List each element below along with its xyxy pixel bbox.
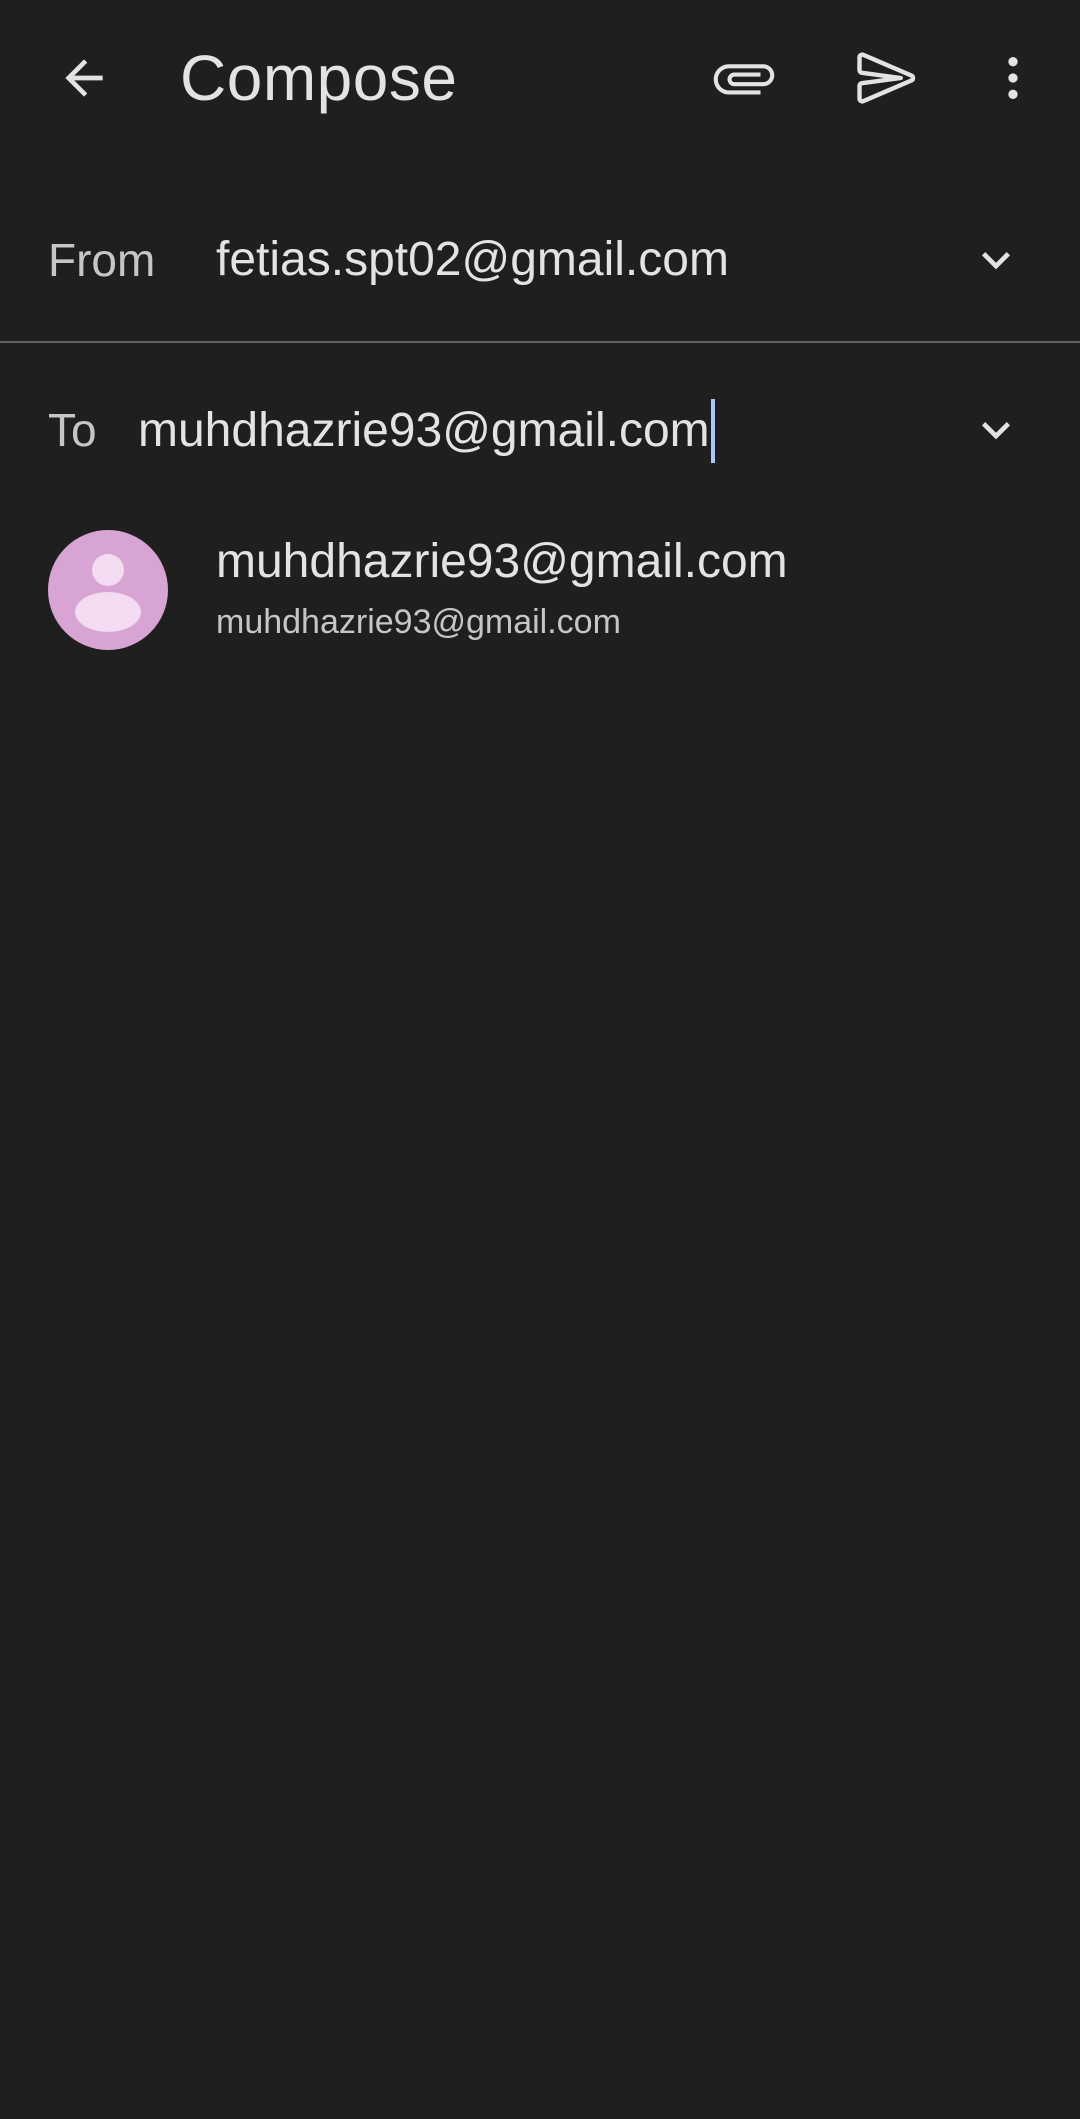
top-app-bar: Compose [0,0,1080,156]
avatar [48,530,168,650]
to-row[interactable]: To muhdhazrie93@gmail.com [0,370,1080,490]
to-input[interactable]: muhdhazrie93@gmail.com [138,396,715,466]
person-avatar-icon [75,554,141,632]
arrow-back-icon [65,59,103,97]
from-account[interactable]: fetias.spt02@gmail.com [216,230,729,290]
text-cursor [710,399,715,463]
chevron-down-icon[interactable] [968,232,1024,288]
recipient-suggestion[interactable]: muhdhazrie93@gmail.com muhdhazrie93@gmai… [0,520,1080,660]
suggestion-email: muhdhazrie93@gmail.com [216,603,621,641]
more-vert-icon [1008,57,1018,99]
to-input-value[interactable]: muhdhazrie93@gmail.com [138,401,710,461]
more-options-button[interactable] [965,30,1061,126]
from-label: From [48,234,156,286]
divider [0,341,1080,343]
from-row[interactable]: From fetias.spt02@gmail.com [0,200,1080,320]
to-label: To [48,404,97,456]
suggestion-name: muhdhazrie93@gmail.com [216,535,788,588]
paperclip-icon [713,64,775,95]
send-icon [857,52,916,104]
back-button[interactable] [36,30,132,126]
attach-button[interactable] [696,30,792,126]
send-button[interactable] [839,30,935,126]
page-title: Compose [180,42,458,114]
chevron-down-icon[interactable] [968,402,1024,458]
